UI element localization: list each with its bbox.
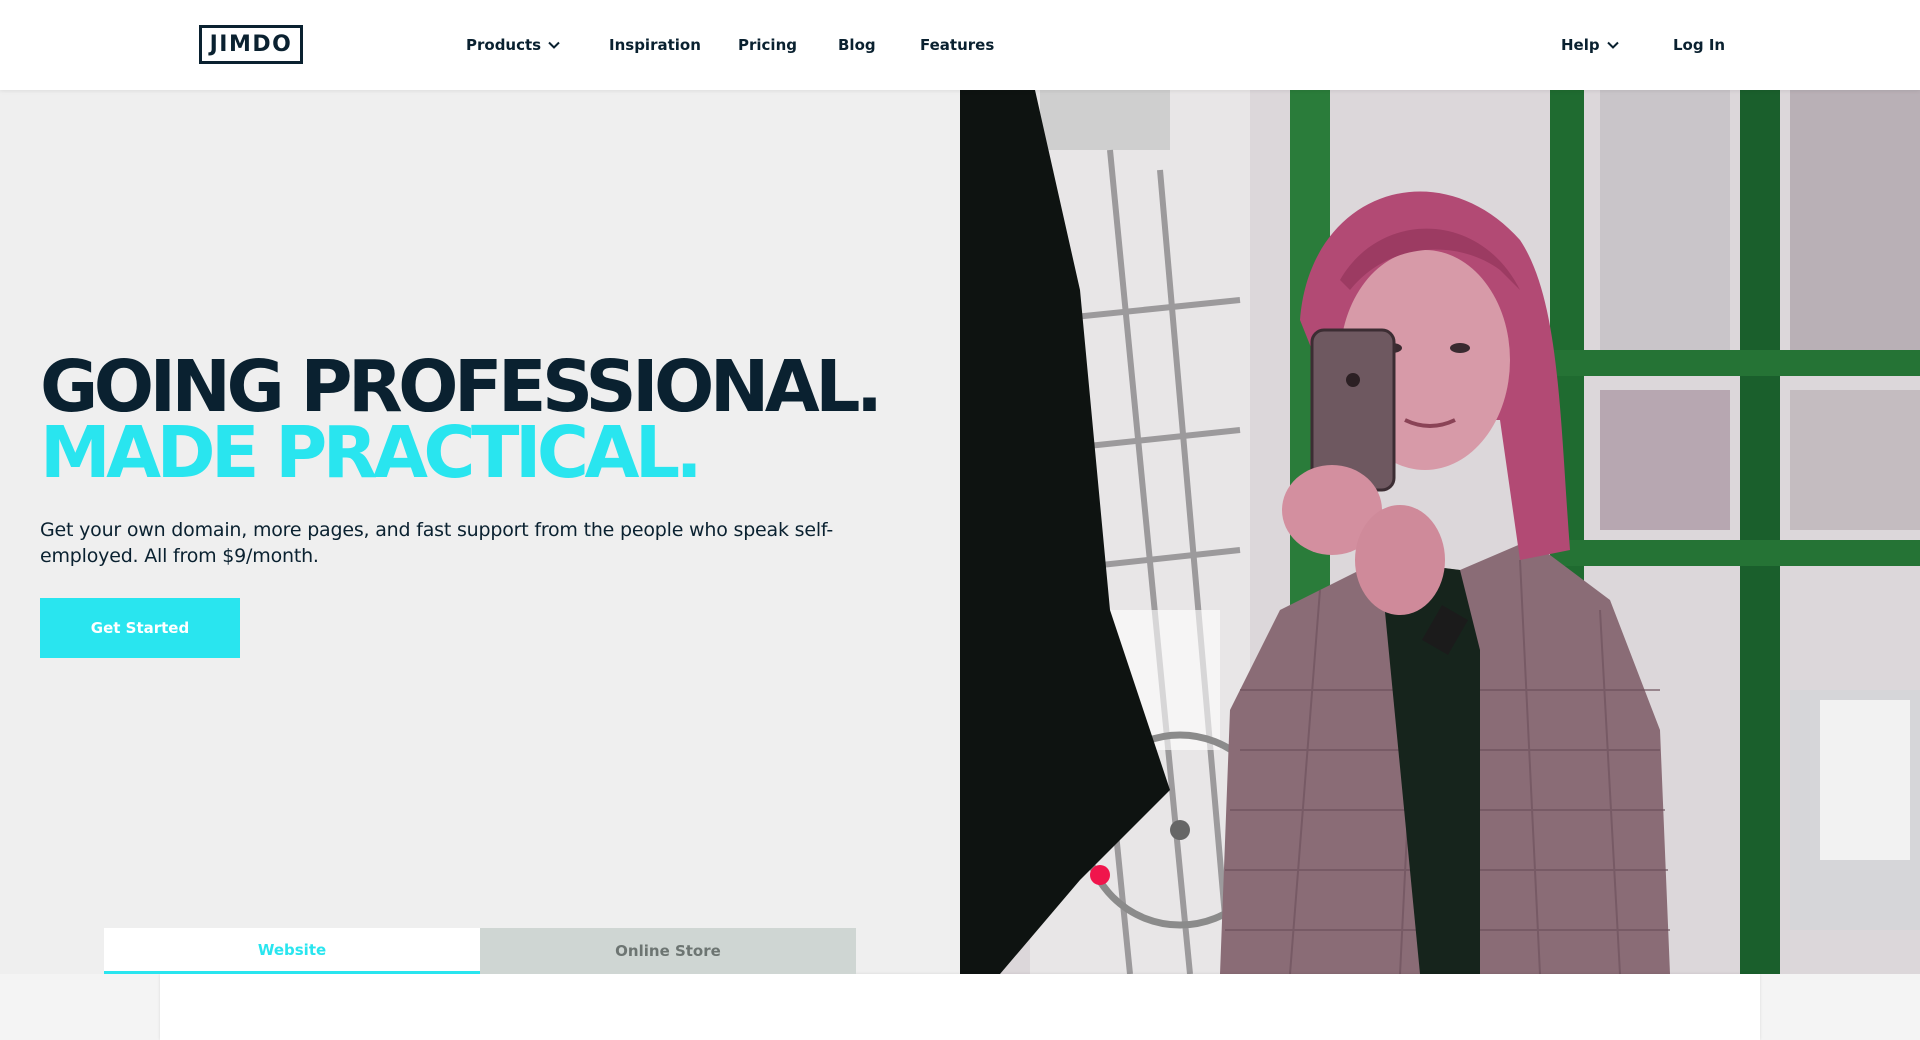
headline-line-2: MADE PRACTICAL.	[40, 411, 703, 494]
tab-website[interactable]: Website	[104, 928, 480, 974]
site-header: JIMDO Products Inspiration Pricing Blog …	[0, 0, 1920, 90]
hero-image	[960, 90, 1920, 974]
jimdo-logo[interactable]: JIMDO	[199, 25, 303, 64]
tab-online-store[interactable]: Online Store	[480, 928, 856, 974]
nav-pricing[interactable]: Pricing	[738, 34, 797, 56]
nav-login-label: Log In	[1673, 36, 1726, 54]
nav-help-label: Help	[1561, 36, 1600, 54]
nav-help[interactable]: Help	[1561, 34, 1620, 56]
nav-blog-label: Blog	[838, 36, 876, 54]
product-tabs: Website Online Store	[104, 928, 856, 974]
nav-products-label: Products	[466, 36, 542, 54]
get-started-button[interactable]: Get Started	[40, 598, 240, 658]
nav-features[interactable]: Features	[920, 34, 994, 56]
nav-inspiration-label: Inspiration	[609, 36, 701, 54]
hero-subtext: Get your own domain, more pages, and fas…	[40, 519, 833, 567]
chevron-down-icon	[547, 38, 561, 52]
product-content-card	[160, 974, 1760, 1040]
nav-products[interactable]: Products	[466, 34, 561, 56]
hero-headline: GOING PROFESSIONAL. MADE PRACTICAL.	[40, 351, 883, 494]
nav-login[interactable]: Log In	[1673, 34, 1725, 56]
nav-blog[interactable]: Blog	[838, 34, 876, 56]
nav-pricing-label: Pricing	[738, 36, 797, 54]
chevron-down-icon	[1606, 38, 1620, 52]
nav-features-label: Features	[920, 36, 995, 54]
nav-inspiration[interactable]: Inspiration	[609, 34, 701, 56]
